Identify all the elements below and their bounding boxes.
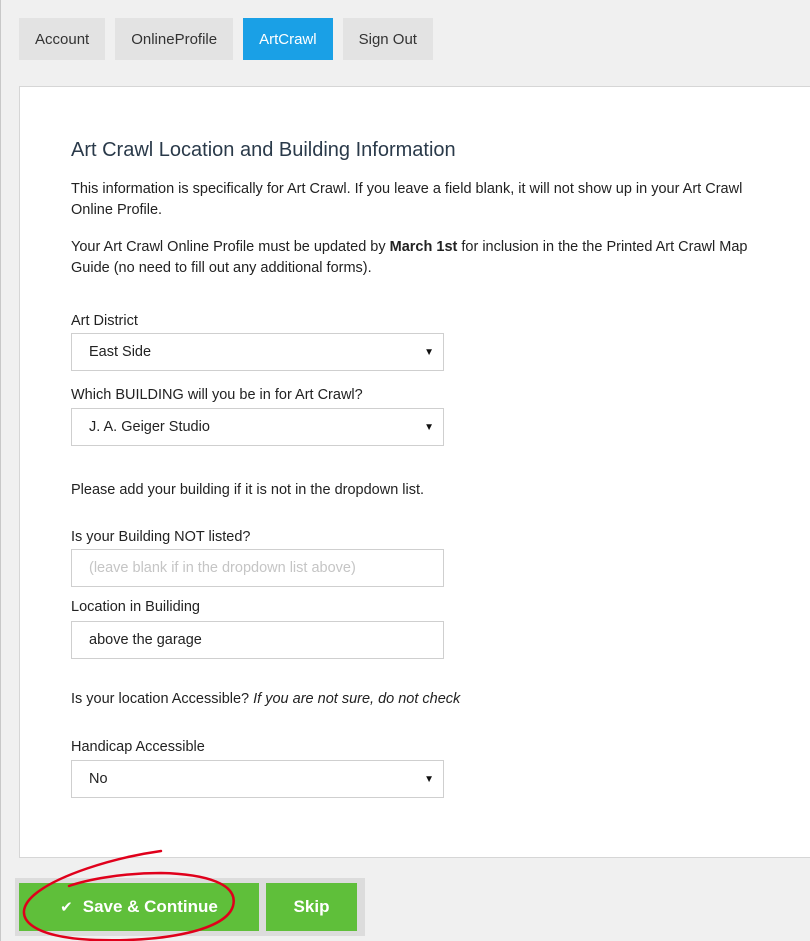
- handicap-select[interactable]: No ▼: [71, 760, 444, 798]
- building-label: Which BUILDING will you be in for Art Cr…: [71, 387, 363, 403]
- dropdown-arrow-icon: ▼: [424, 347, 434, 358]
- tab-onlineprofile[interactable]: OnlineProfile: [115, 18, 234, 60]
- dropdown-arrow-icon: ▼: [424, 422, 434, 433]
- unlisted-building-input[interactable]: (leave blank if in the dropdown list abo…: [71, 549, 444, 587]
- location-value: above the garage: [89, 632, 202, 648]
- tab-artcrawl[interactable]: ArtCrawl: [243, 18, 333, 60]
- location-label: Location in Builiding: [71, 599, 200, 615]
- save-continue-button[interactable]: ✔ Save & Continue: [19, 883, 259, 931]
- deadline-prefix: Your Art Crawl Online Profile must be up…: [71, 239, 390, 255]
- skip-label: Skip: [293, 897, 330, 916]
- tab-sign-out[interactable]: Sign Out: [342, 18, 433, 60]
- district-value: East Side: [89, 344, 152, 360]
- building-select[interactable]: J. A. Geiger Studio ▼: [71, 408, 444, 446]
- handicap-label: Handicap Accessible: [71, 739, 205, 755]
- deadline-text: Your Art Crawl Online Profile must be up…: [71, 237, 761, 279]
- checkmark-icon: ✔: [60, 899, 73, 916]
- building-value: J. A. Geiger Studio: [89, 419, 210, 435]
- form-panel: Art Crawl Location and Building Informat…: [19, 86, 810, 858]
- tab-bar: Account OnlineProfile ArtCrawl Sign Out: [19, 18, 433, 60]
- unlisted-label: Is your Building NOT listed?: [71, 529, 251, 545]
- unlisted-placeholder: (leave blank if in the dropdown list abo…: [89, 560, 356, 576]
- accessible-question: Is your location Accessible? If you are …: [71, 689, 761, 710]
- section-title: Art Crawl Location and Building Informat…: [71, 139, 456, 161]
- handicap-value: No: [89, 771, 108, 787]
- district-label: Art District: [71, 313, 138, 329]
- button-bar: ✔ Save & Continue Skip: [15, 878, 365, 936]
- dropdown-arrow-icon: ▼: [424, 774, 434, 785]
- page-frame: Account OnlineProfile ArtCrawl Sign Out …: [0, 0, 810, 941]
- add-building-note: Please add your building if it is not in…: [71, 482, 425, 498]
- location-input[interactable]: above the garage: [71, 621, 444, 659]
- district-select[interactable]: East Side ▼: [71, 333, 444, 371]
- skip-button[interactable]: Skip: [266, 883, 357, 931]
- save-continue-label: Save & Continue: [82, 897, 218, 916]
- accessible-hint: If you are not sure, do not check: [253, 691, 461, 707]
- accessible-question-text: Is your location Accessible?: [71, 691, 254, 707]
- tab-account[interactable]: Account: [19, 18, 106, 60]
- intro-text: This information is specifically for Art…: [71, 181, 743, 218]
- deadline-date: March 1st: [389, 239, 458, 255]
